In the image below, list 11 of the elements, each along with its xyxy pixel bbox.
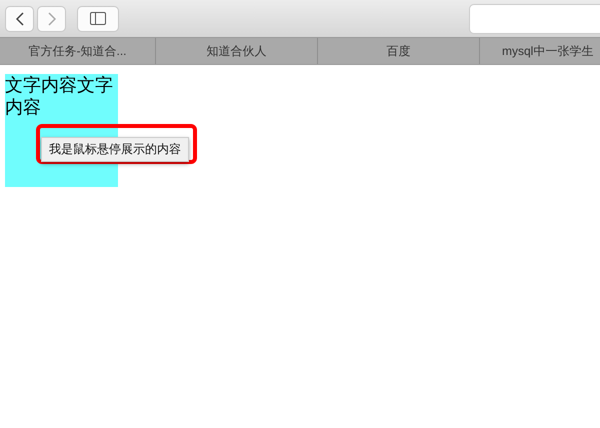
address-field[interactable] (469, 4, 600, 34)
bookmark-tab[interactable]: 官方任务-知道合... (0, 38, 156, 64)
chevron-right-icon (48, 12, 56, 26)
bookmark-tab[interactable]: 百度 (318, 38, 480, 64)
tooltip: 我是鼠标悬停展示的内容 (41, 137, 189, 162)
bookmark-tab[interactable]: 知道合伙人 (156, 38, 318, 64)
chevron-left-icon (16, 12, 24, 26)
bookmark-tab[interactable]: mysql中一张学生 (480, 38, 600, 64)
back-button[interactable] (5, 6, 34, 32)
sidebar-button[interactable] (77, 6, 119, 32)
sidebar-icon (90, 12, 106, 25)
